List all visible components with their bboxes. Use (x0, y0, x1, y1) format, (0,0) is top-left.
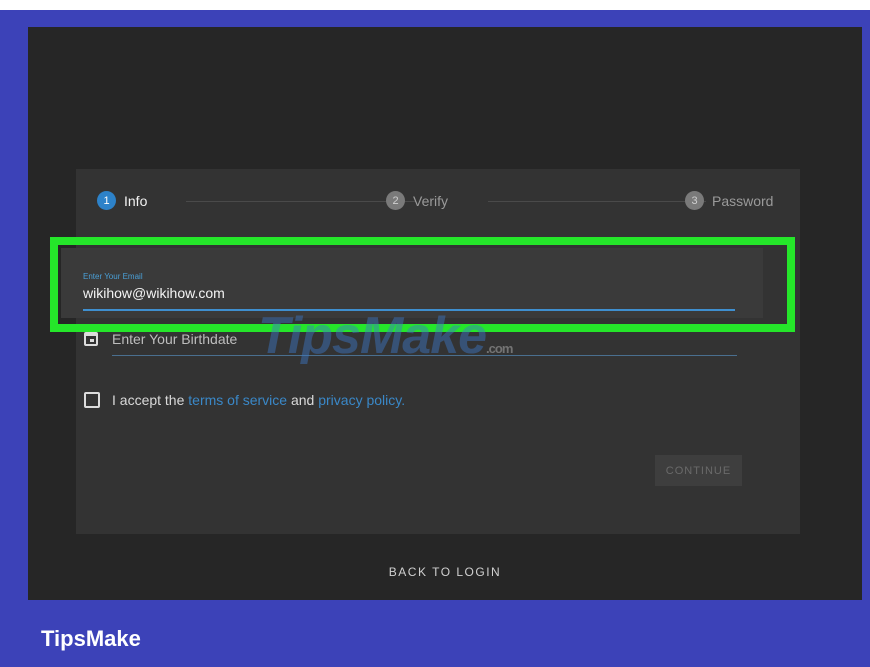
step-connector (488, 201, 706, 202)
terms-of-service-link[interactable]: terms of service (188, 392, 287, 408)
brand-label: TipsMake (41, 626, 141, 651)
terms-checkbox[interactable] (84, 392, 100, 408)
top-strip (0, 0, 870, 10)
step-verify[interactable]: 2 Verify (386, 191, 448, 210)
step-number: 3 (685, 191, 704, 210)
step-info[interactable]: 1 Info (97, 191, 147, 210)
privacy-policy-link[interactable]: privacy policy (318, 392, 401, 408)
birthdate-input[interactable]: Enter Your Birthdate (112, 331, 237, 347)
terms-middle: and (290, 392, 315, 408)
calendar-icon[interactable] (84, 332, 98, 346)
continue-button[interactable]: CONTINUE (655, 455, 742, 486)
step-number: 1 (97, 191, 116, 210)
terms-prefix: I accept the (112, 392, 185, 408)
watermark-main: TipsMake (258, 307, 487, 365)
watermark: TipsMake.com (258, 306, 513, 366)
step-label: Verify (413, 192, 449, 209)
step-password[interactable]: 3 Password (685, 191, 773, 210)
step-connector (186, 201, 416, 202)
stepper: 1 Info 2 Verify 3 Password (76, 187, 800, 217)
watermark-suffix: .com (486, 341, 513, 356)
step-label: Info (124, 192, 148, 209)
terms-row: I accept the terms of service and privac… (84, 388, 405, 412)
terms-suffix: . (401, 392, 406, 408)
step-label: Password (712, 192, 774, 209)
back-to-login-link[interactable]: BACK TO LOGIN (28, 565, 862, 579)
step-number: 2 (386, 191, 405, 210)
terms-text: I accept the terms of service and privac… (112, 392, 405, 408)
